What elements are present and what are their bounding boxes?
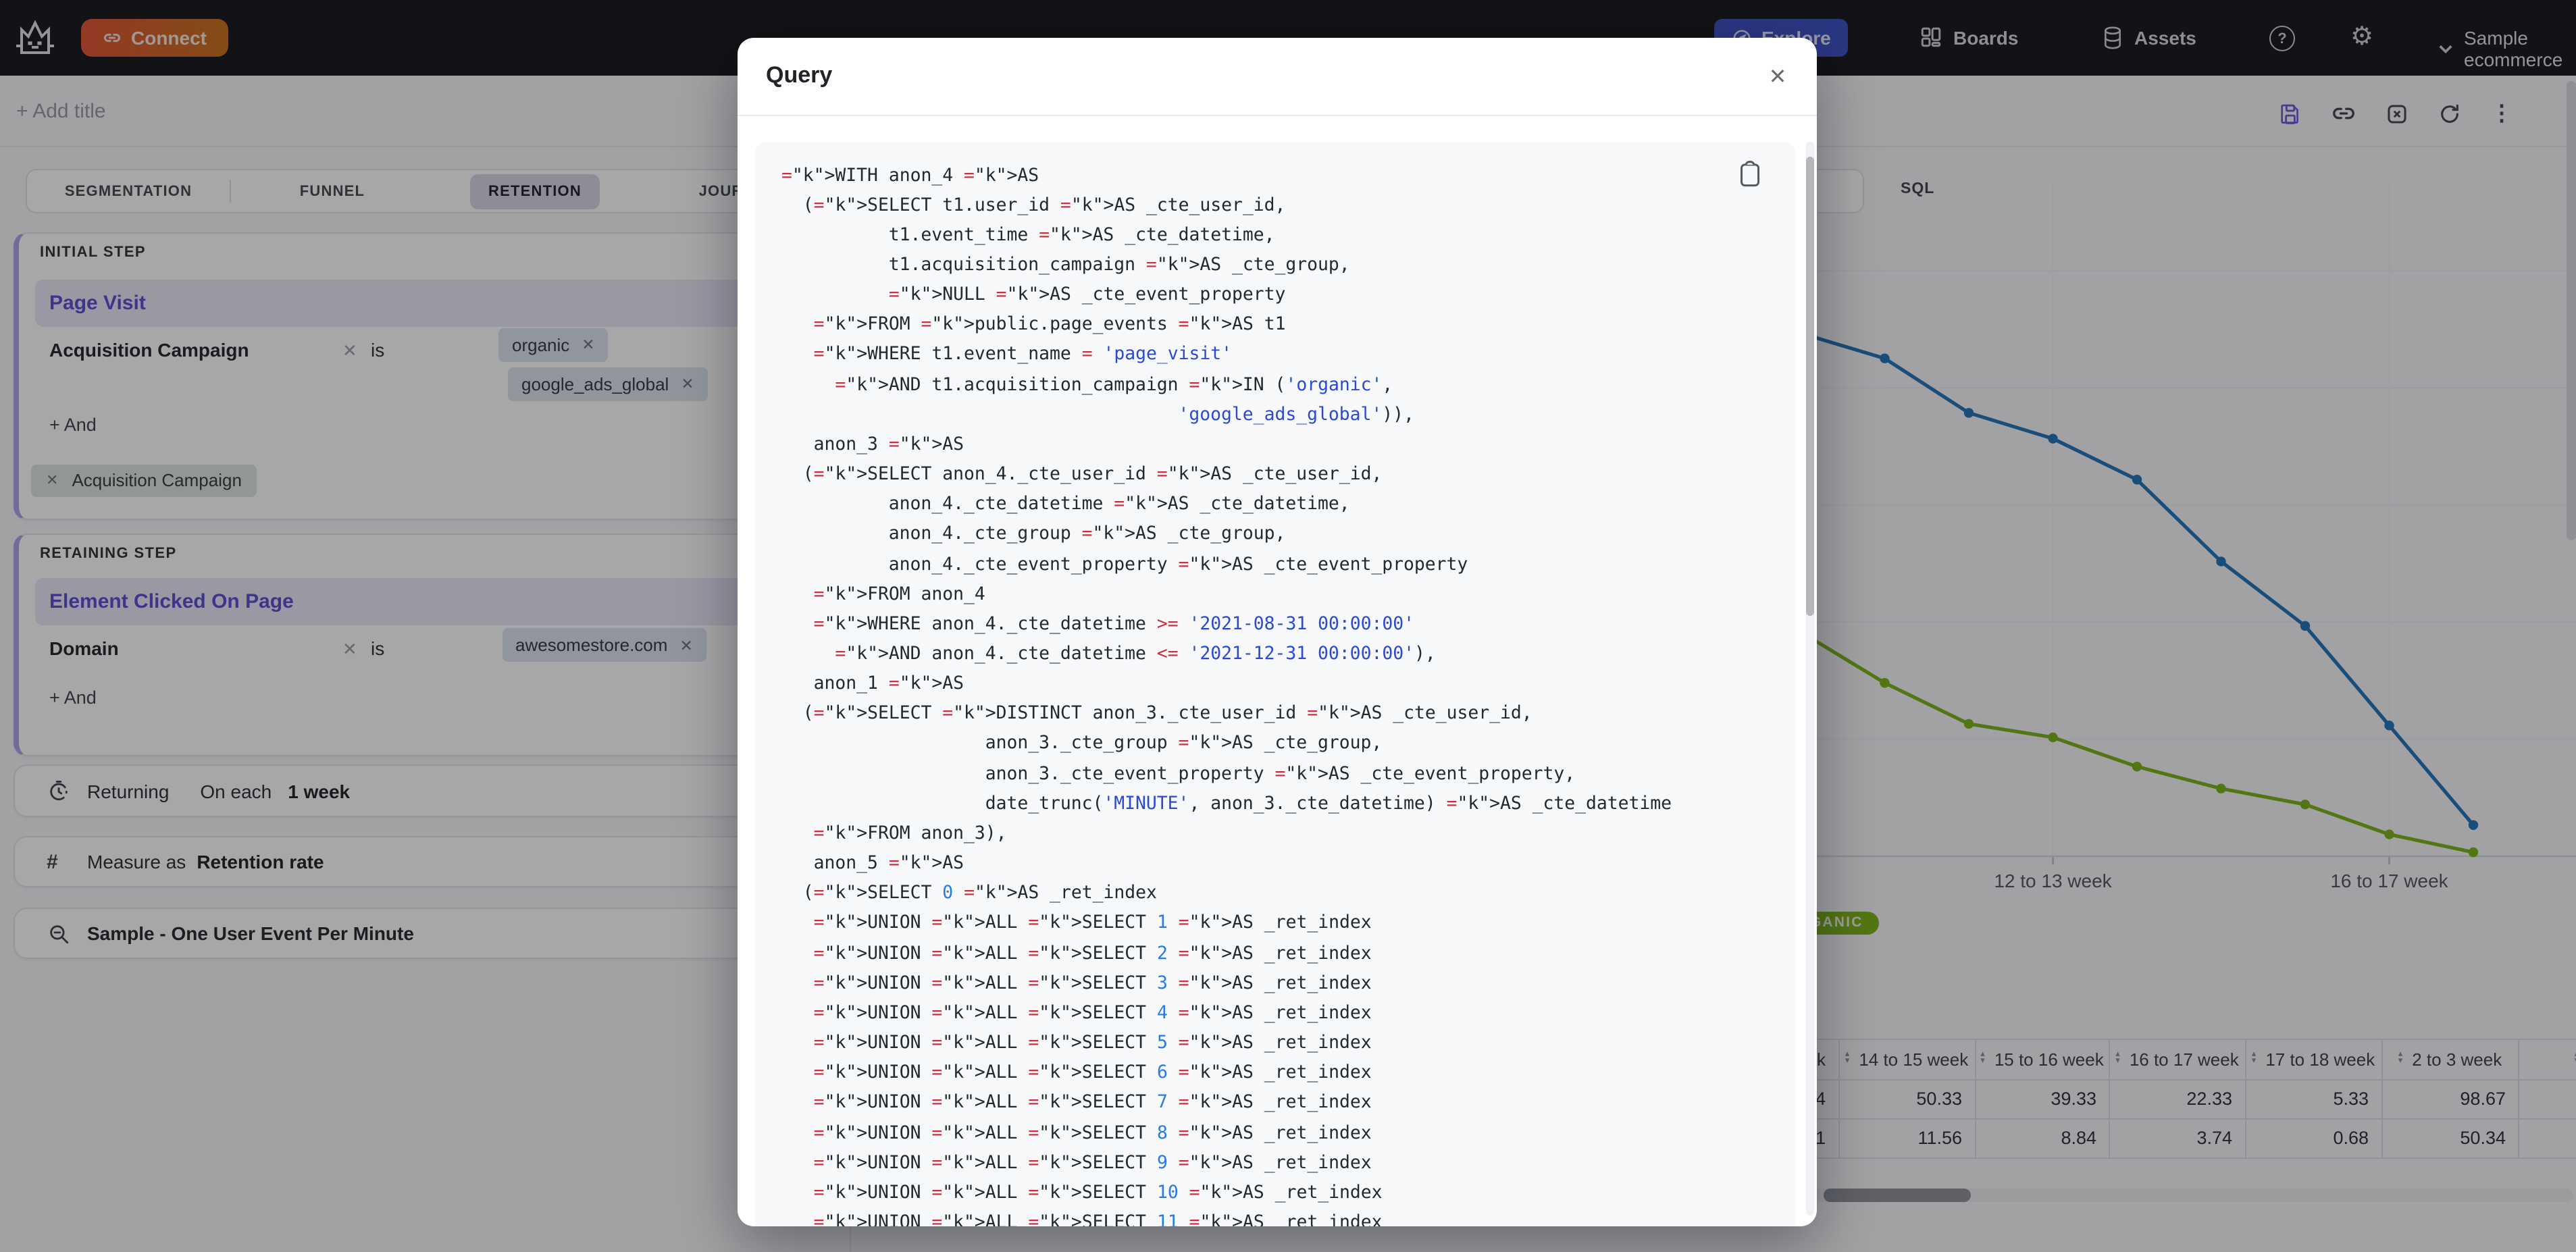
copy-icon[interactable]: [1736, 159, 1763, 188]
modal-title: Query: [766, 62, 833, 88]
modal-scrollbar-thumb[interactable]: [1805, 156, 1813, 615]
close-icon[interactable]: ✕: [1761, 61, 1794, 93]
sql-code: ="k">WITH anon_4 ="k">AS (="k">SELECT t1…: [781, 165, 1672, 1226]
query-modal: Query ✕ ="k">WITH anon_4 ="k">AS (="k">S…: [738, 38, 1817, 1226]
sql-code-block: ="k">WITH anon_4 ="k">AS (="k">SELECT t1…: [754, 141, 1795, 1226]
modal-header: Query ✕: [738, 38, 1817, 116]
